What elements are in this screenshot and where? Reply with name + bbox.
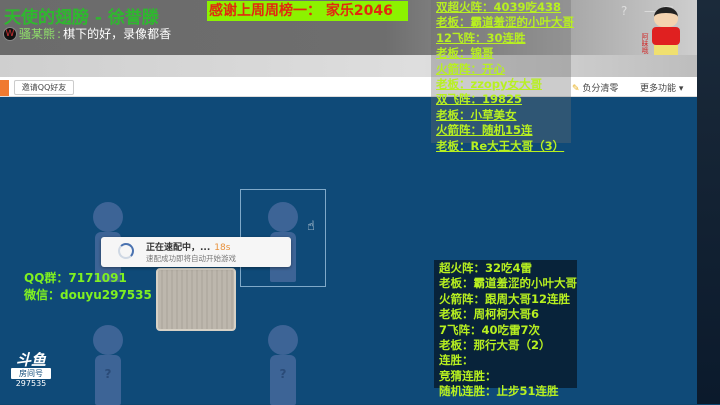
leaderboard-line: 双飞阵：19825 xyxy=(436,92,523,107)
leaderboard-line: 12飞阵：30连胜 xyxy=(436,30,526,45)
more-functions-button[interactable]: 更多功能 ▾ xyxy=(640,81,683,94)
record-line: 老板：周柯柯大哥6 xyxy=(439,307,540,322)
record-line: 超火阵：32吃4雷 xyxy=(439,261,533,275)
user-avatar: W xyxy=(3,26,17,41)
hand-cursor-icon: ☝ xyxy=(307,219,315,234)
leaderboard-line: 老板：霸道羞涩的小叶大哥 xyxy=(436,15,574,30)
leaderboard-line: 火箭阵：开心 xyxy=(436,61,505,76)
center-card-pile xyxy=(156,268,236,331)
wechat-id: 微信：douyu297535 xyxy=(24,288,152,302)
matching-toast: 正在速配中，... 18s 速配成功即将自动开始游戏 xyxy=(101,237,291,267)
room-number: 297535 xyxy=(15,379,47,388)
leaderboard-line: 老板：zzopy女大哥 xyxy=(436,77,543,92)
qq-group: QQ群：7171091 xyxy=(24,271,127,285)
reset-score-label: 负分清零 xyxy=(582,84,619,94)
player-slot-bottom-right[interactable]: ? xyxy=(263,325,303,405)
window-titlebar xyxy=(0,55,700,77)
bottom-record-panel: 超火阵：32吃4雷 老板：霸道羞涩的小叶大哥 火箭阵：跟周大哥12连胜 老板：周… xyxy=(434,260,577,398)
desktop-edge xyxy=(697,0,720,404)
cartoon-mascot-sticker: 阿昧哦 xyxy=(640,5,695,63)
record-line: 随机连胜：止步51连胜 xyxy=(439,384,559,399)
reset-score-button[interactable]: ✎ 负分清零 xyxy=(572,81,618,94)
eraser-icon: ✎ xyxy=(572,84,580,94)
matching-title: 正在速配中，... xyxy=(146,243,211,253)
leaderboard-line: 老板：Re大王大哥（3） xyxy=(436,138,565,153)
player-slot-bottom-left[interactable]: ? xyxy=(88,325,128,405)
leaderboard-line: 火箭阵：随机15连 xyxy=(436,123,533,138)
leaderboard-line: 双超火阵：4039吃438 xyxy=(436,0,562,14)
matching-timer: 18s xyxy=(214,243,231,253)
help-button[interactable]: ? xyxy=(621,4,627,18)
orange-tab-button[interactable] xyxy=(0,80,9,96)
room-label: 房间号 xyxy=(11,368,51,379)
loading-spinner-icon xyxy=(118,243,134,259)
record-line: 竞猜连胜： xyxy=(439,368,497,383)
thanks-banner: 感谢上周周榜一： 家乐2046 xyxy=(207,1,408,21)
record-line: 连胜： xyxy=(439,353,474,368)
chat-username: 骚某熊 xyxy=(19,27,56,41)
top-leaderboard-panel: 双超火阵：4039吃438 老板：霸道羞涩的小叶大哥 12飞阵：30连胜 老板：… xyxy=(431,0,574,153)
douyu-logo-text: 斗鱼 xyxy=(15,351,46,369)
leaderboard-line: 老板：锦哥 xyxy=(436,46,494,61)
leaderboard-line: 老板：小草美女 xyxy=(436,107,517,122)
record-line: 老板：霸道羞涩的小叶大哥 xyxy=(439,276,577,291)
mascot-text: 阿昧哦 xyxy=(641,33,649,54)
record-line: 老板：那行大哥（2） xyxy=(439,338,551,353)
chat-text: 棋下的好，录像都香 xyxy=(63,27,172,41)
chat-message: W 骚某熊: 棋下的好，录像都香 xyxy=(3,25,171,42)
douyu-logo: 斗鱼 房间号 297535 xyxy=(11,352,51,389)
contact-info: QQ群：7171091 微信：douyu297535 xyxy=(24,270,152,304)
record-line: 7飞阵：40吃雷7次 xyxy=(439,322,541,337)
matching-subtitle: 速配成功即将自动开始游戏 xyxy=(146,254,236,263)
chat-separator: : xyxy=(57,26,62,41)
record-line: 火箭阵：跟周大哥12连胜 xyxy=(439,291,571,306)
invite-qq-friends-button[interactable]: 邀请QQ好友 xyxy=(14,80,74,95)
